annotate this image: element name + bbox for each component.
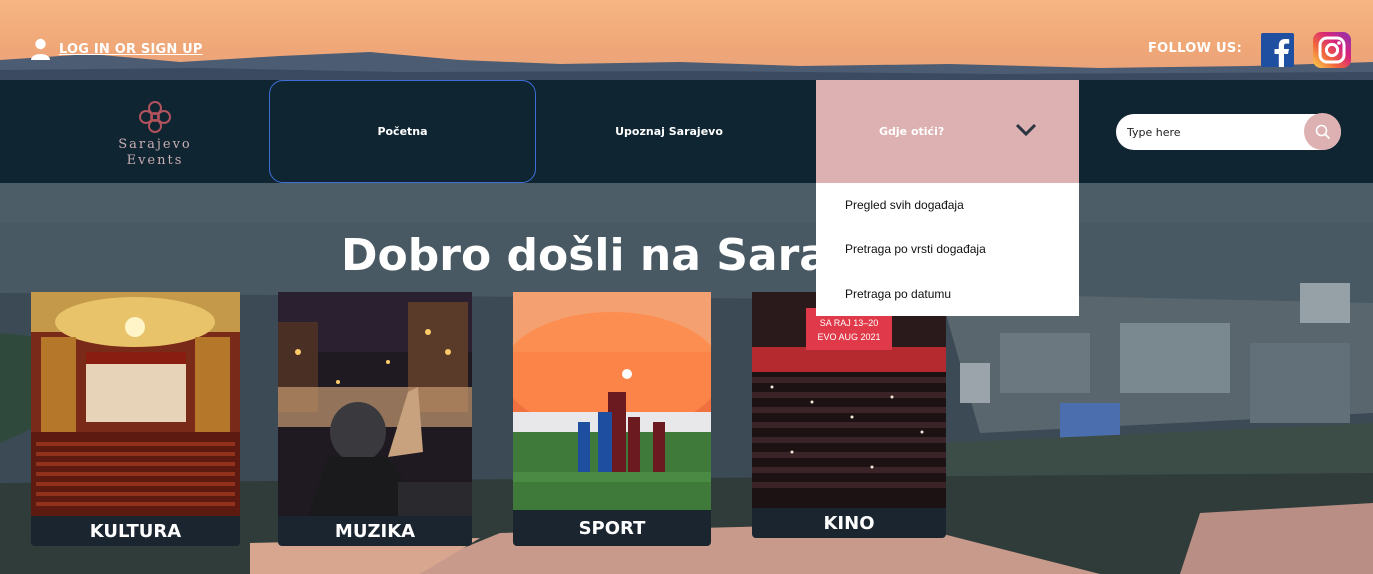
hero-title: Dobro došli na Saraje	[341, 230, 874, 281]
kino-screen-text-2: EVO AUG 2021	[817, 332, 880, 342]
football-photo	[513, 292, 711, 510]
kino-screen-text: SA RAJ 13–20	[820, 318, 879, 328]
chevron-down-icon	[1015, 123, 1037, 137]
concert-photo	[278, 292, 472, 516]
category-card-sport[interactable]: SPORT	[513, 292, 711, 546]
user-icon	[30, 38, 51, 60]
sarajevo-events-logo[interactable]: Sarajevo Events	[110, 98, 200, 168]
search-input[interactable]	[1127, 122, 1302, 142]
search-button[interactable]	[1304, 113, 1341, 150]
logo-rosette-icon	[139, 101, 171, 133]
category-card-muzika[interactable]: MUZIKA	[278, 292, 472, 546]
facebook-icon[interactable]	[1261, 33, 1294, 67]
nav-gdje-otici-label: Gdje otići?	[879, 125, 945, 138]
category-label-muzika: MUZIKA	[278, 516, 472, 546]
nav-gdje-otici[interactable]: Gdje otići?	[816, 80, 1079, 183]
nav-upoznaj-sarajevo[interactable]: Upoznaj Sarajevo	[536, 80, 802, 183]
category-label-kino: KINO	[752, 508, 946, 538]
nav-pocetna[interactable]: Početna	[269, 80, 536, 183]
category-card-kino[interactable]: SA RAJ 13–20 EVO AUG 2021 KINO	[752, 292, 946, 538]
theatre-photo	[31, 292, 240, 516]
category-card-kultura[interactable]: KULTURA	[31, 292, 240, 546]
category-label-sport: SPORT	[513, 510, 711, 546]
dropdown-item-vrsta-dogadjaja[interactable]: Pretraga po vrsti događaja	[845, 242, 986, 256]
logo-text-line1: Sarajevo	[118, 137, 192, 152]
login-link[interactable]: LOG IN OR SIGN UP	[30, 38, 203, 60]
dropdown-item-svi-dogadjaji[interactable]: Pregled svih događaja	[845, 198, 964, 212]
category-label-kultura: KULTURA	[31, 516, 240, 546]
cinema-photo: SA RAJ 13–20 EVO AUG 2021	[752, 292, 946, 508]
top-bar	[0, 0, 1373, 80]
logo-text-line2: Events	[126, 153, 184, 168]
search-icon	[1315, 124, 1330, 139]
instagram-icon[interactable]	[1313, 32, 1351, 68]
login-signup-link[interactable]: LOG IN OR SIGN UP	[59, 42, 203, 57]
gdje-otici-dropdown: Pregled svih događaja Pretraga po vrsti …	[816, 183, 1079, 316]
follow-us-label: FOLLOW US:	[1148, 41, 1243, 56]
dropdown-item-datum[interactable]: Pretraga po datumu	[845, 287, 951, 301]
